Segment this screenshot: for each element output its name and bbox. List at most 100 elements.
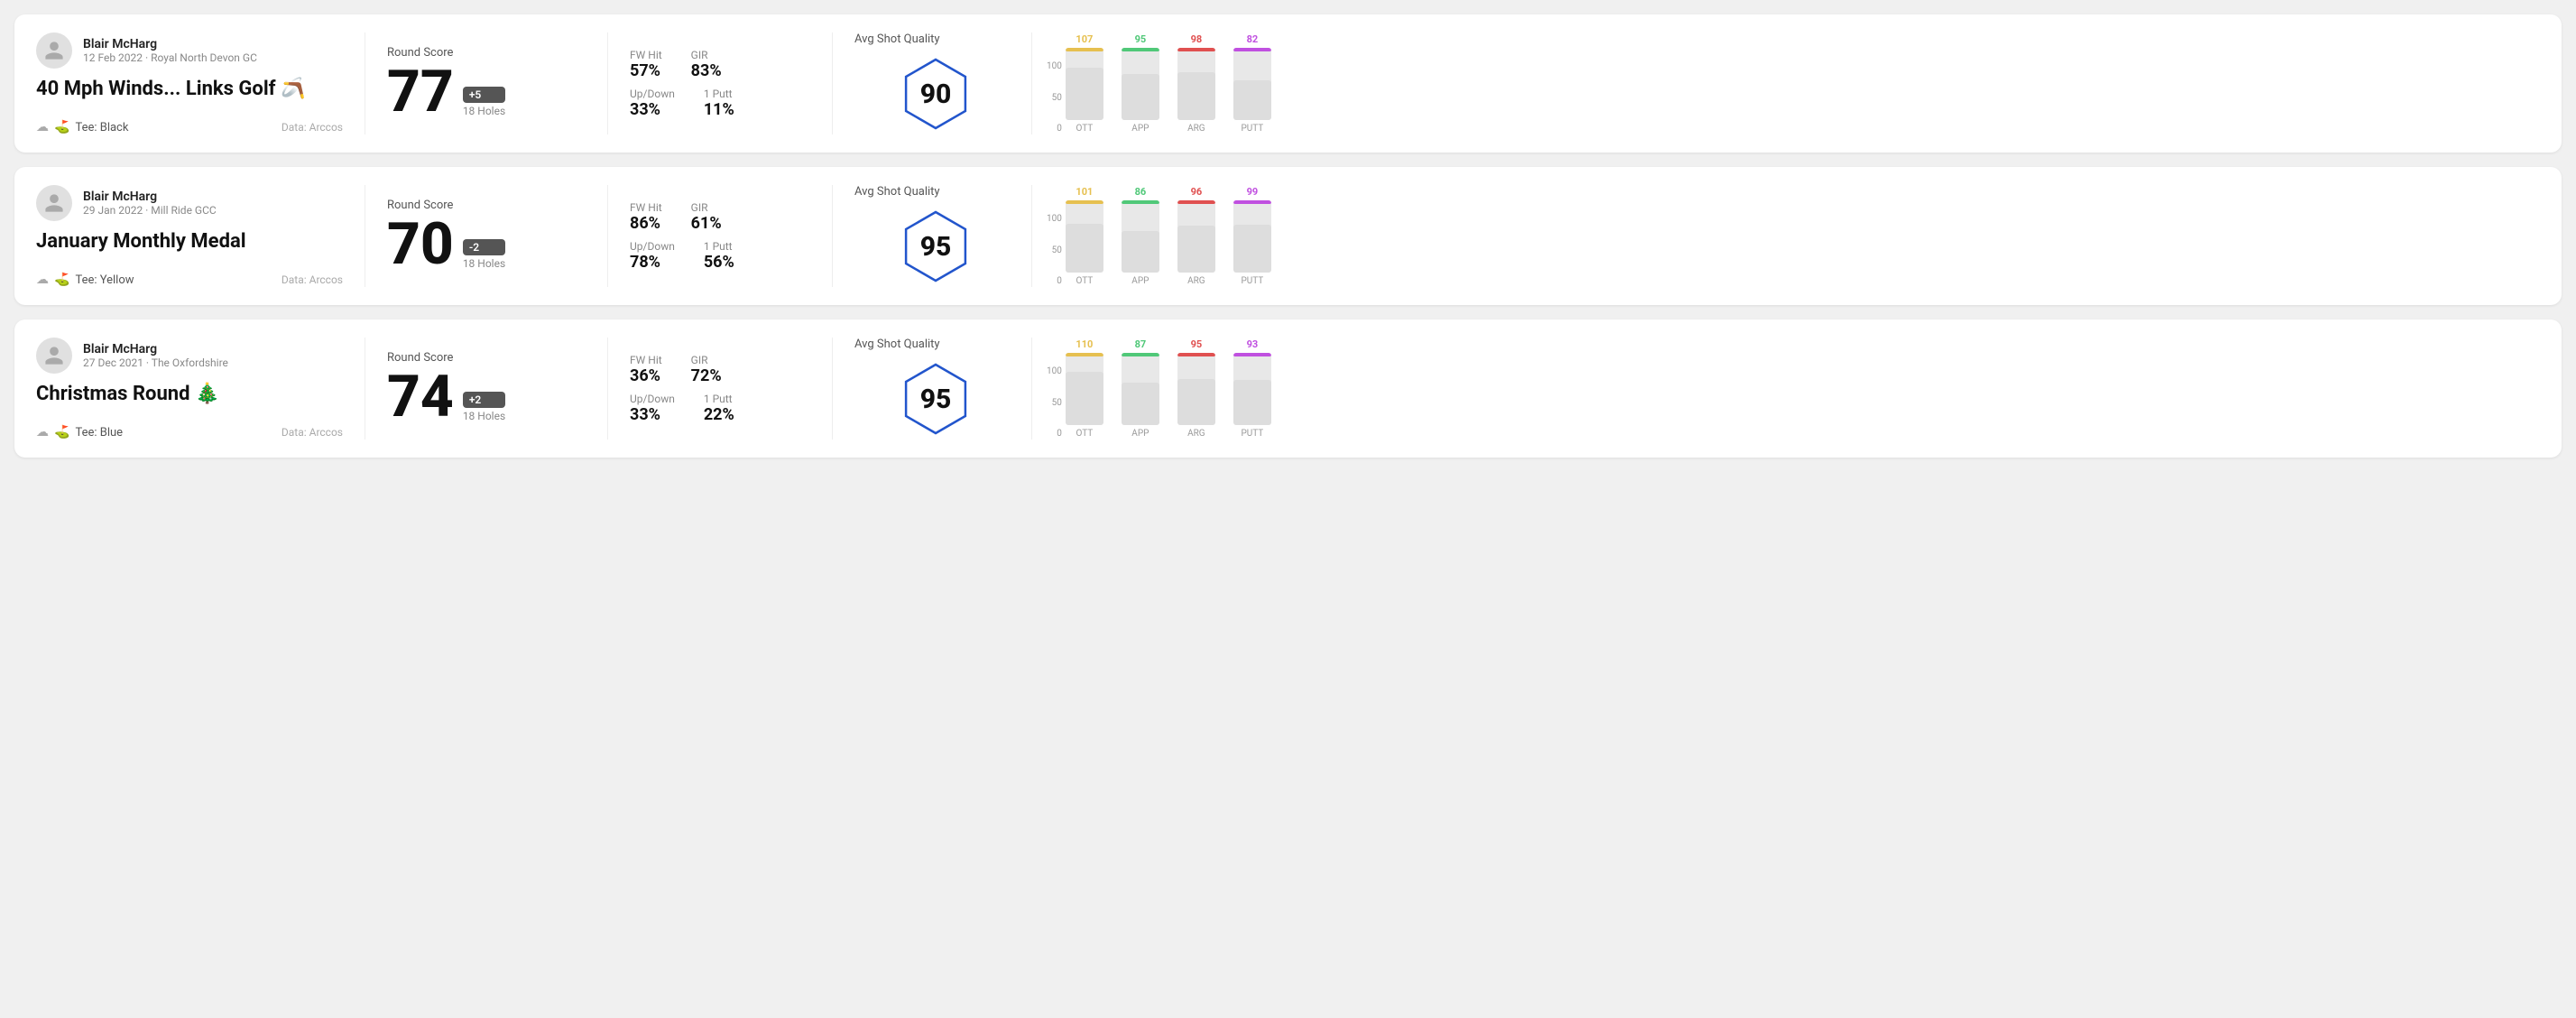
hexagon-round1: 90 [895, 53, 976, 134]
y-tick-0-round2: 0 [1057, 276, 1062, 286]
fw-hit-label-round2: FW Hit [630, 201, 662, 214]
bar-fill-arg [1177, 226, 1215, 273]
oneputt-label-round2: 1 Putt [704, 240, 734, 253]
stat-row-top-round1: FW Hit 57% GIR 83% [630, 49, 810, 80]
bar-bg-app [1122, 200, 1159, 273]
user-name-round2: Blair McHarg [83, 190, 217, 204]
score-badge-round1: +5 [463, 87, 505, 103]
weather-icon-round3: ☁ [36, 425, 49, 440]
card-footer-round3: ☁ ⛳ Tee: Blue Data: Arccos [36, 425, 343, 440]
y-tick-100-round3: 100 [1047, 366, 1062, 376]
fw-hit-stat-round3: FW Hit 36% [630, 354, 662, 385]
card-quality-round3: Avg Shot Quality 95 [854, 338, 1017, 440]
card-score-round2: Round Score 70 -2 18 Holes [387, 185, 586, 287]
score-badge-area-round3: +2 18 Holes [463, 392, 505, 426]
oneputt-stat-round2: 1 Putt 56% [704, 240, 734, 272]
bar-line-ott [1066, 200, 1103, 204]
weather-icon-round1: ☁ [36, 120, 49, 134]
tee-label-round2: Tee: Yellow [75, 273, 134, 287]
y-tick-100-round1: 100 [1047, 61, 1062, 71]
gir-label-round3: GIR [691, 354, 722, 366]
fw-hit-label-round3: FW Hit [630, 354, 662, 366]
tee-info-round2: ☁ ⛳ Tee: Yellow [36, 273, 134, 287]
card-chart-round3: 100 50 0 110 OTT 87 APP [1047, 338, 2540, 440]
bar-label-arg: ARG [1187, 429, 1205, 439]
chart-area-round1: 100 50 0 107 OTT 95 APP [1047, 33, 2540, 134]
bar-bg-ott [1066, 353, 1103, 425]
score-row-round1: 77 +5 18 Holes [387, 63, 586, 121]
gir-label-round2: GIR [691, 201, 722, 214]
stat-row-top-round2: FW Hit 86% GIR 61% [630, 201, 810, 233]
tee-label-round1: Tee: Black [75, 121, 128, 134]
bar-fill-arg [1177, 72, 1215, 120]
bar-fill-ott [1066, 224, 1103, 273]
round-card-round3: Blair McHarg 27 Dec 2021 · The Oxfordshi… [14, 319, 2562, 458]
bar-group-app: 86 APP [1122, 186, 1159, 286]
round-card-round2: Blair McHarg 29 Jan 2022 · Mill Ride GCC… [14, 167, 2562, 305]
bar-group-ott: 101 OTT [1066, 186, 1103, 286]
quality-score-round3: 95 [920, 384, 952, 415]
user-date-round3: 27 Dec 2021 · The Oxfordshire [83, 356, 228, 369]
score-badge-round2: -2 [463, 239, 505, 255]
bar-group-app: 95 APP [1122, 33, 1159, 134]
fw-hit-value-round1: 57% [630, 61, 662, 80]
bar-label-ott: OTT [1076, 124, 1093, 134]
stat-row-bottom-round3: Up/Down 33% 1 Putt 22% [630, 393, 810, 424]
bar-label-ott: OTT [1076, 276, 1093, 286]
gir-value-round3: 72% [691, 366, 722, 385]
gir-value-round1: 83% [691, 61, 722, 80]
divider3-round1 [832, 32, 833, 134]
updown-label-round2: Up/Down [630, 240, 675, 253]
hexagon-round2: 95 [895, 206, 976, 287]
divider3-round2 [832, 185, 833, 287]
score-badge-round3: +2 [463, 392, 505, 408]
score-row-round3: 74 +2 18 Holes [387, 368, 586, 426]
holes-label-round2: 18 Holes [463, 257, 505, 270]
user-info-round2: Blair McHarg 29 Jan 2022 · Mill Ride GCC [83, 190, 217, 217]
fw-hit-stat-round2: FW Hit 86% [630, 201, 662, 233]
user-name-round3: Blair McHarg [83, 342, 228, 356]
card-left-round2: Blair McHarg 29 Jan 2022 · Mill Ride GCC… [36, 185, 343, 287]
score-number-round2: 70 [387, 216, 454, 273]
weather-icon-round2: ☁ [36, 273, 49, 287]
stat-row-bottom-round1: Up/Down 33% 1 Putt 11% [630, 88, 810, 119]
stat-row-top-round3: FW Hit 36% GIR 72% [630, 354, 810, 385]
updown-value-round2: 78% [630, 253, 675, 272]
user-info-round1: Blair McHarg 12 Feb 2022 · Royal North D… [83, 37, 257, 64]
fw-hit-value-round3: 36% [630, 366, 662, 385]
bar-fill-app [1122, 383, 1159, 425]
holes-label-round3: 18 Holes [463, 410, 505, 422]
person-icon [43, 40, 65, 61]
oneputt-label-round1: 1 Putt [704, 88, 734, 100]
y-axis-round2: 100 50 0 [1047, 214, 1066, 286]
card-score-round1: Round Score 77 +5 18 Holes [387, 32, 586, 134]
quality-label-round1: Avg Shot Quality [854, 32, 940, 46]
oneputt-value-round2: 56% [704, 253, 734, 272]
card-stats-round1: FW Hit 57% GIR 83% Up/Down 33% 1 Putt [630, 32, 810, 134]
bar-label-arg: ARG [1187, 124, 1205, 134]
bar-bg-arg [1177, 353, 1215, 425]
user-row-round1: Blair McHarg 12 Feb 2022 · Royal North D… [36, 32, 343, 69]
fw-hit-value-round2: 86% [630, 214, 662, 233]
bar-group-putt: 82 PUTT [1233, 33, 1271, 134]
bar-group-arg: 95 ARG [1177, 338, 1215, 439]
avatar-round3 [36, 338, 72, 374]
bar-label-app: APP [1131, 276, 1149, 286]
tee-label-round3: Tee: Blue [75, 426, 123, 440]
card-quality-round2: Avg Shot Quality 95 [854, 185, 1017, 287]
bar-line-putt [1233, 200, 1271, 204]
data-source-round2: Data: Arccos [282, 273, 343, 286]
bar-bg-arg [1177, 48, 1215, 120]
bar-bg-putt [1233, 200, 1271, 273]
gir-stat-round3: GIR 72% [691, 354, 722, 385]
divider2-round1 [607, 32, 608, 134]
chart-area-round2: 100 50 0 101 OTT 86 APP [1047, 186, 2540, 286]
bars-container-round3: 110 OTT 87 APP 95 ARG 93 [1066, 338, 1271, 439]
bar-label-putt: PUTT [1241, 429, 1263, 439]
divider2-round2 [607, 185, 608, 287]
bar-bg-putt [1233, 48, 1271, 120]
oneputt-stat-round1: 1 Putt 11% [704, 88, 734, 119]
bars-container-round2: 101 OTT 86 APP 96 ARG 99 [1066, 186, 1271, 286]
user-info-round3: Blair McHarg 27 Dec 2021 · The Oxfordshi… [83, 342, 228, 369]
quality-label-round3: Avg Shot Quality [854, 338, 940, 351]
